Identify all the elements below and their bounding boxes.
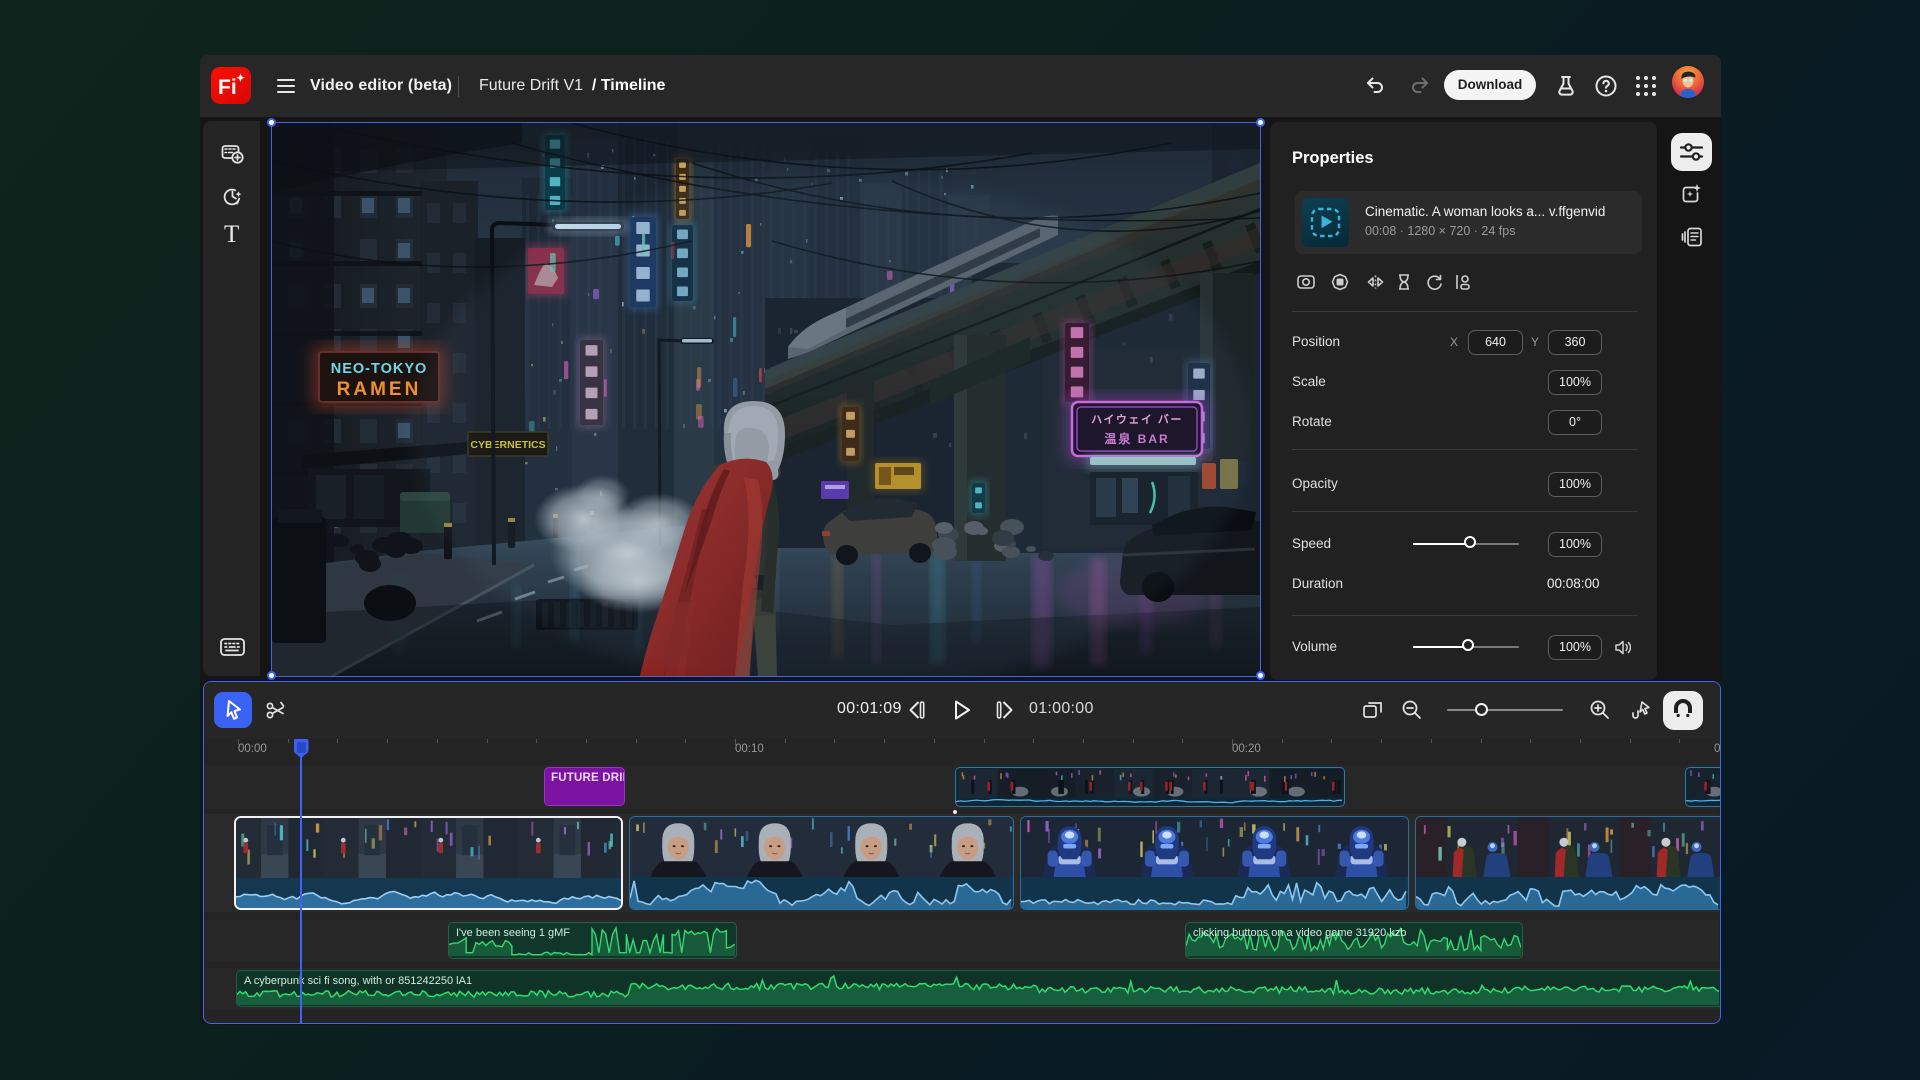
svg-text:Fi: Fi	[218, 76, 237, 99]
svg-text:RAMEN: RAMEN	[337, 379, 422, 400]
svg-text:NEO-TOKYO: NEO-TOKYO	[331, 361, 428, 377]
